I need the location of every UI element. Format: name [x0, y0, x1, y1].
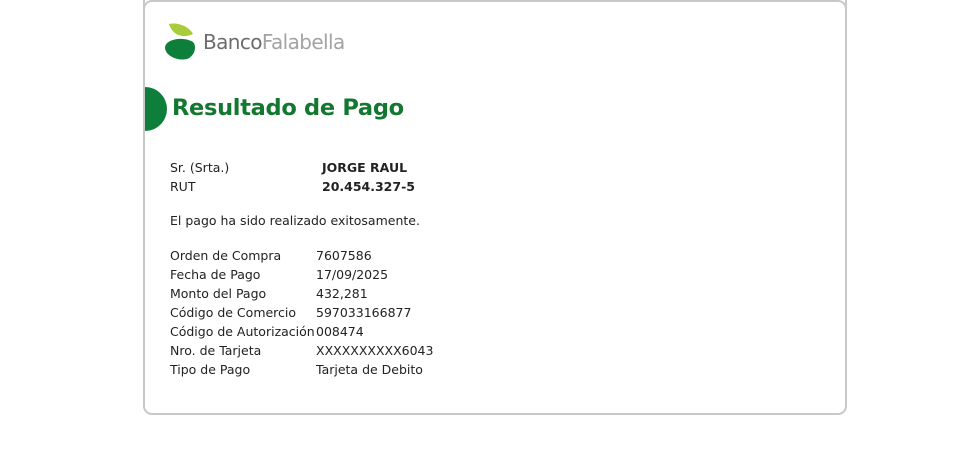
client-name-row: Sr. (Srta.) JORGE RAUL	[170, 158, 415, 177]
payment-details: Orden de Compra 7607586 Fecha de Pago 17…	[170, 246, 433, 379]
logo-word-banco: Banco	[203, 30, 262, 54]
logo-word-falabella: Falabella	[261, 30, 345, 54]
client-name-value: JORGE RAUL	[322, 160, 408, 175]
detail-label: Orden de Compra	[170, 248, 282, 263]
client-rut-label: RUT	[170, 179, 196, 194]
payment-result-card: BancoFalabella Resultado de Pago Sr. (Sr…	[143, 0, 847, 415]
detail-row-merchant-code: Código de Comercio 597033166877	[170, 303, 433, 322]
falabella-leaf-icon	[165, 23, 195, 60]
detail-value: 17/09/2025	[316, 267, 389, 282]
detail-value: 7607586	[316, 248, 372, 263]
client-info: Sr. (Srta.) JORGE RAUL RUT 20.454.327-5	[170, 158, 415, 196]
title-accent-disc	[145, 87, 167, 131]
detail-value: 008474	[316, 324, 364, 339]
detail-value: Tarjeta de Debito	[316, 362, 423, 377]
detail-value: 432,281	[316, 286, 368, 301]
detail-value: 597033166877	[316, 305, 412, 320]
detail-row-card-number: Nro. de Tarjeta XXXXXXXXXX6043	[170, 341, 433, 360]
banco-falabella-logo: BancoFalabella	[163, 22, 345, 62]
detail-row-payment-amount: Monto del Pago 432,281	[170, 284, 433, 303]
detail-row-purchase-order: Orden de Compra 7607586	[170, 246, 433, 265]
card-top-border	[143, 0, 847, 10]
detail-label: Fecha de Pago	[170, 267, 261, 282]
detail-label: Nro. de Tarjeta	[170, 343, 262, 358]
detail-row-payment-type: Tipo de Pago Tarjeta de Debito	[170, 360, 433, 379]
success-message: El pago ha sido realizado exitosamente.	[170, 213, 420, 228]
detail-label: Código de Comercio	[170, 305, 297, 320]
page-title: Resultado de Pago	[172, 95, 404, 121]
detail-label: Monto del Pago	[170, 286, 267, 301]
client-rut-row: RUT 20.454.327-5	[170, 177, 415, 196]
detail-row-payment-date: Fecha de Pago 17/09/2025	[170, 265, 433, 284]
logo-wordmark: BancoFalabella	[203, 32, 345, 52]
detail-label: Código de Autorización	[170, 324, 315, 339]
detail-row-authorization-code: Código de Autorización 008474	[170, 322, 433, 341]
detail-value: XXXXXXXXXX6043	[316, 343, 434, 358]
client-name-label: Sr. (Srta.)	[170, 160, 230, 175]
client-rut-value: 20.454.327-5	[322, 179, 415, 194]
detail-label: Tipo de Pago	[170, 362, 251, 377]
